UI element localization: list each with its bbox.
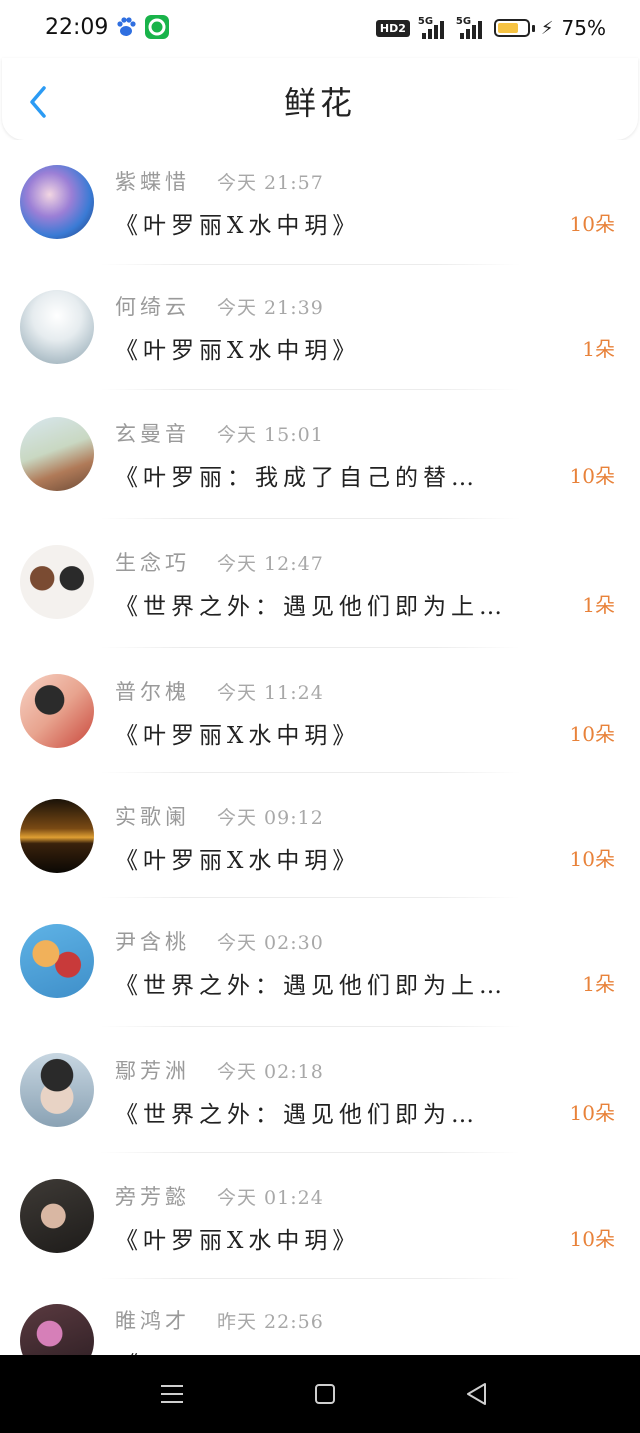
flower-count: 1朵 bbox=[582, 972, 615, 996]
battery-percent: 75% bbox=[561, 16, 606, 40]
gift-time: 昨天 22:56 bbox=[217, 1311, 324, 1333]
hd-voice-icon: HD2 bbox=[375, 19, 410, 37]
user-name[interactable]: 生念巧 bbox=[115, 547, 190, 577]
list-item[interactable]: 睢鸿才 昨天 22:56 《… bbox=[0, 1279, 640, 1355]
wechat-style-app-icon bbox=[145, 15, 169, 39]
user-name[interactable]: 何绮云 bbox=[115, 291, 190, 321]
flower-count: 1朵 bbox=[582, 337, 615, 361]
status-bar: 22:09 HD2 5G 5G ⚡ 75% bbox=[0, 0, 640, 58]
list-item[interactable]: 普尔槐 今天 11:24 《叶罗丽X水中玥》 10朵 bbox=[0, 648, 640, 773]
book-title[interactable]: 《叶罗丽：我成了自己的替… bbox=[115, 458, 565, 492]
battery-icon: ⚡ bbox=[493, 17, 554, 39]
book-title[interactable]: 《世界之外：遇见他们即为上… bbox=[115, 966, 565, 1000]
list-item[interactable]: 紫蝶惜 今天 21:57 《叶罗丽X水中玥》 10朵 bbox=[0, 140, 640, 265]
gift-time: 今天 02:30 bbox=[217, 932, 324, 954]
user-name[interactable]: 鄢芳洲 bbox=[115, 1055, 190, 1085]
gift-time: 今天 09:12 bbox=[217, 807, 324, 829]
list-item[interactable]: 尹含桃 今天 02:30 《世界之外：遇见他们即为上… 1朵 bbox=[0, 898, 640, 1027]
gift-time: 今天 21:57 bbox=[217, 172, 324, 194]
gift-time: 今天 15:01 bbox=[217, 424, 324, 446]
avatar[interactable] bbox=[20, 674, 94, 748]
book-title[interactable]: 《叶罗丽X水中玥》 bbox=[115, 841, 565, 875]
user-name[interactable]: 睢鸿才 bbox=[115, 1305, 190, 1335]
user-name[interactable]: 旁芳懿 bbox=[115, 1181, 190, 1211]
list-item[interactable]: 旁芳懿 今天 01:24 《叶罗丽X水中玥》 10朵 bbox=[0, 1153, 640, 1279]
book-title[interactable]: 《… bbox=[115, 1345, 565, 1355]
gift-time: 今天 11:24 bbox=[217, 682, 324, 704]
avatar[interactable] bbox=[20, 1304, 94, 1355]
avatar[interactable] bbox=[20, 924, 94, 998]
signal-icon-2: 5G bbox=[456, 16, 486, 39]
home-button[interactable] bbox=[310, 1379, 340, 1409]
avatar[interactable] bbox=[20, 545, 94, 619]
list-item[interactable]: 鄢芳洲 今天 02:18 《世界之外：遇见他们即为… 10朵 bbox=[0, 1027, 640, 1153]
avatar[interactable] bbox=[20, 290, 94, 364]
baidu-paw-icon bbox=[114, 15, 138, 39]
flower-count: 10朵 bbox=[569, 464, 615, 488]
book-title[interactable]: 《叶罗丽X水中玥》 bbox=[115, 331, 565, 365]
book-title[interactable]: 《世界之外：遇见他们即为… bbox=[115, 1095, 565, 1129]
flower-count: 10朵 bbox=[569, 722, 615, 746]
square-icon bbox=[315, 1384, 335, 1404]
flower-count: 10朵 bbox=[569, 847, 615, 871]
user-name[interactable]: 普尔槐 bbox=[115, 676, 190, 706]
list-item[interactable]: 生念巧 今天 12:47 《世界之外：遇见他们即为上… 1朵 bbox=[0, 519, 640, 648]
menu-icon bbox=[161, 1385, 183, 1403]
user-name[interactable]: 实歌阑 bbox=[115, 801, 190, 831]
flower-count: 10朵 bbox=[569, 212, 615, 236]
book-title[interactable]: 《叶罗丽X水中玥》 bbox=[115, 1221, 565, 1255]
gift-time: 今天 01:24 bbox=[217, 1187, 324, 1209]
list-item[interactable]: 实歌阑 今天 09:12 《叶罗丽X水中玥》 10朵 bbox=[0, 773, 640, 898]
status-indicators: HD2 5G 5G ⚡ 75% bbox=[375, 14, 606, 42]
avatar[interactable] bbox=[20, 1053, 94, 1127]
recent-apps-button[interactable] bbox=[157, 1379, 187, 1409]
system-nav-bar bbox=[0, 1355, 640, 1433]
list-item[interactable]: 何绮云 今天 21:39 《叶罗丽X水中玥》 1朵 bbox=[0, 265, 640, 390]
book-title[interactable]: 《叶罗丽X水中玥》 bbox=[115, 716, 565, 750]
user-name[interactable]: 紫蝶惜 bbox=[115, 166, 190, 196]
flower-count: 10朵 bbox=[569, 1227, 615, 1251]
gift-time: 今天 02:18 bbox=[217, 1061, 324, 1083]
gift-time: 今天 21:39 bbox=[217, 297, 324, 319]
flower-count: 10朵 bbox=[569, 1101, 615, 1125]
book-title[interactable]: 《世界之外：遇见他们即为上… bbox=[115, 587, 565, 621]
triangle-back-icon bbox=[467, 1383, 486, 1405]
status-time: 22:09 bbox=[45, 15, 109, 40]
system-back-button[interactable] bbox=[462, 1379, 492, 1409]
user-name[interactable]: 尹含桃 bbox=[115, 926, 190, 956]
flower-gift-list[interactable]: 紫蝶惜 今天 21:57 《叶罗丽X水中玥》 10朵 何绮云 今天 21:39 … bbox=[0, 140, 640, 1355]
page-title: 鲜花 bbox=[283, 84, 356, 122]
charging-bolt-icon: ⚡ bbox=[540, 17, 554, 39]
app-header: 鲜花 bbox=[2, 58, 638, 140]
user-name[interactable]: 玄曼音 bbox=[115, 418, 190, 448]
avatar[interactable] bbox=[20, 799, 94, 873]
gift-time: 今天 12:47 bbox=[217, 553, 324, 575]
avatar[interactable] bbox=[20, 417, 94, 491]
list-item[interactable]: 玄曼音 今天 15:01 《叶罗丽：我成了自己的替… 10朵 bbox=[0, 390, 640, 519]
avatar[interactable] bbox=[20, 165, 94, 239]
flower-count: 1朵 bbox=[582, 593, 615, 617]
book-title[interactable]: 《叶罗丽X水中玥》 bbox=[115, 206, 565, 240]
signal-icon: 5G bbox=[418, 16, 448, 39]
avatar[interactable] bbox=[20, 1179, 94, 1253]
